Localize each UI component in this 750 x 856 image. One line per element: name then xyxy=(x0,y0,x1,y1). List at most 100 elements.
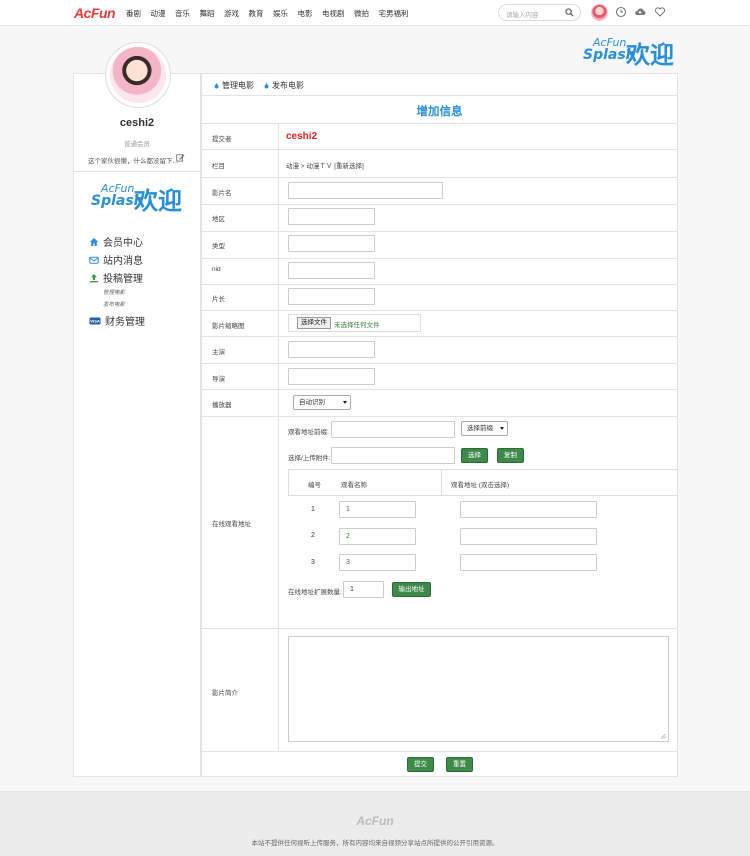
sidebar-subitem-publish-movie[interactable]: 发布电影 xyxy=(103,300,125,308)
label-player: 播放器 xyxy=(212,402,232,409)
sidebar-item-label: 站内消息 xyxy=(103,256,143,267)
sidebar-item-messages[interactable]: 站内消息 xyxy=(89,252,143,267)
watch-address-input[interactable] xyxy=(460,501,597,518)
home-icon xyxy=(89,237,99,246)
visa-card-icon: VISA xyxy=(89,317,101,324)
type-input[interactable] xyxy=(288,235,375,252)
column-value[interactable]: 动漫 > 动漫ＴＶ [重新选择] xyxy=(286,160,364,170)
table-col-divider xyxy=(441,469,442,496)
choose-file-button[interactable]: 选择文件 xyxy=(297,317,331,329)
nav-item[interactable]: 动漫 xyxy=(151,8,166,19)
nav-item[interactable]: 舞蹈 xyxy=(200,8,215,19)
col-name: 观看名称 xyxy=(341,482,367,489)
upload-label: 选择/上传附件: xyxy=(288,455,331,462)
label-duration: 片长 xyxy=(212,296,225,303)
heart-icon[interactable] xyxy=(654,6,666,18)
clock-icon[interactable] xyxy=(615,6,627,18)
player-select[interactable]: 自动识别 xyxy=(293,395,351,410)
divider xyxy=(201,95,678,96)
nav-item[interactable]: 教育 xyxy=(249,8,264,19)
actor-input[interactable] xyxy=(288,341,375,358)
nav-item[interactable]: 游戏 xyxy=(224,8,239,19)
label-actor: 主演 xyxy=(212,349,225,356)
row-divider xyxy=(201,149,678,150)
row-divider xyxy=(201,416,678,417)
label-column-divider xyxy=(278,123,279,751)
resize-grip-icon[interactable] xyxy=(660,733,666,739)
nav-item[interactable]: 微拍 xyxy=(354,8,369,19)
nav-item[interactable]: 电视剧 xyxy=(322,8,345,19)
sidebar-subitem-manage-movies[interactable]: 管理电影 xyxy=(103,288,125,296)
splash-logo-welcome: 欢迎 xyxy=(626,41,674,69)
director-input[interactable] xyxy=(288,368,375,385)
splash-logo: AcFun Splash 欢迎 xyxy=(91,182,186,215)
sidebar-divider xyxy=(73,171,201,172)
main-nav: 番剧 动漫 音乐 舞蹈 游戏 教育 娱乐 电影 电视剧 微拍 宅男福利 xyxy=(126,8,418,19)
chevron-down-icon xyxy=(343,401,347,404)
label-director: 导演 xyxy=(212,376,225,383)
sidebar-item-label: 投稿管理 xyxy=(103,274,143,285)
expand-count-input[interactable]: 1 xyxy=(343,581,384,598)
select-button[interactable]: 选择 xyxy=(461,448,488,463)
watch-address-input[interactable] xyxy=(460,554,597,571)
sidebar-item-finance[interactable]: VISA 财务管理 xyxy=(89,313,145,328)
nav-item[interactable]: 宅男福利 xyxy=(379,8,409,19)
copy-button[interactable]: 复制 xyxy=(497,448,524,463)
username: ceshi2 xyxy=(119,117,155,129)
sidebar-item-label: 会员中心 xyxy=(103,238,143,249)
upload-icon xyxy=(90,273,98,282)
row-divider xyxy=(201,204,678,205)
user-level: 普通会员 xyxy=(124,141,150,148)
movie-name-input[interactable] xyxy=(288,182,443,199)
nav-item[interactable]: 娱乐 xyxy=(273,8,288,19)
watch-name-input[interactable]: 2 xyxy=(339,528,416,545)
breadcrumb-manage-movies[interactable]: 管理电影 xyxy=(214,80,254,91)
watch-name-input[interactable]: 1 xyxy=(339,501,416,518)
user-signature: 这个家伙很懒，什么都没留下... xyxy=(88,158,178,165)
upload-input[interactable] xyxy=(331,447,455,464)
divider xyxy=(201,123,678,124)
svg-text:VISA: VISA xyxy=(90,319,100,323)
user-avatar[interactable] xyxy=(591,4,608,21)
edit-icon[interactable] xyxy=(176,153,185,162)
prefix-select[interactable]: 选择前缀 xyxy=(461,421,508,436)
submit-button[interactable]: 提交 xyxy=(407,757,434,772)
duration-input[interactable] xyxy=(288,288,375,305)
label-name: 影片名 xyxy=(212,190,232,197)
drop-icon xyxy=(264,82,269,88)
label-thumbnail: 影片缩略图 xyxy=(212,323,245,330)
player-select-value: 自动识别 xyxy=(299,399,325,406)
label-submitter: 提交者 xyxy=(212,136,232,143)
output-address-button[interactable]: 输出地址 xyxy=(392,582,431,597)
upload-cloud-icon[interactable] xyxy=(634,6,646,18)
row-divider xyxy=(201,177,678,178)
breadcrumb-publish-movie[interactable]: 发布电影 xyxy=(264,80,304,91)
search-placeholder: 请输入内容 xyxy=(506,12,539,19)
watch-name-input[interactable]: 3 xyxy=(339,554,416,571)
nav-item[interactable]: 番剧 xyxy=(126,8,141,19)
search-input[interactable]: 请输入内容 xyxy=(498,4,581,21)
search-icon[interactable] xyxy=(565,8,574,17)
label-nid: nid xyxy=(212,266,221,273)
watch-address-input[interactable] xyxy=(460,528,597,545)
footer-disclaimer: 本站不提供任何视听上传服务，所有内容均来自视频分享站点所提供的公开引用资源。 xyxy=(251,840,499,847)
submitter-value: ceshi2 xyxy=(286,131,318,142)
site-logo[interactable]: AcFun xyxy=(74,5,116,21)
watch-prefix-input[interactable] xyxy=(331,421,455,438)
label-watch-address: 在线观看地址 xyxy=(212,521,251,528)
intro-textarea[interactable] xyxy=(288,636,669,742)
nid-input[interactable] xyxy=(288,262,375,279)
col-address: 观看地址 (双击选择) xyxy=(451,482,510,489)
row-divider xyxy=(201,284,678,285)
envelope-icon xyxy=(89,256,99,264)
sidebar-item-submissions[interactable]: 投稿管理 xyxy=(89,270,143,285)
reset-button[interactable]: 重置 xyxy=(446,757,473,772)
prefix-select-value: 选择前缀 xyxy=(467,425,493,432)
label-intro: 影片简介 xyxy=(212,690,238,697)
nav-item[interactable]: 音乐 xyxy=(175,8,190,19)
nav-item[interactable]: 电影 xyxy=(298,8,313,19)
sidebar-item-member-center[interactable]: 会员中心 xyxy=(89,234,143,249)
row-divider xyxy=(201,258,678,259)
region-input[interactable] xyxy=(288,208,375,225)
profile-avatar[interactable] xyxy=(105,42,171,108)
